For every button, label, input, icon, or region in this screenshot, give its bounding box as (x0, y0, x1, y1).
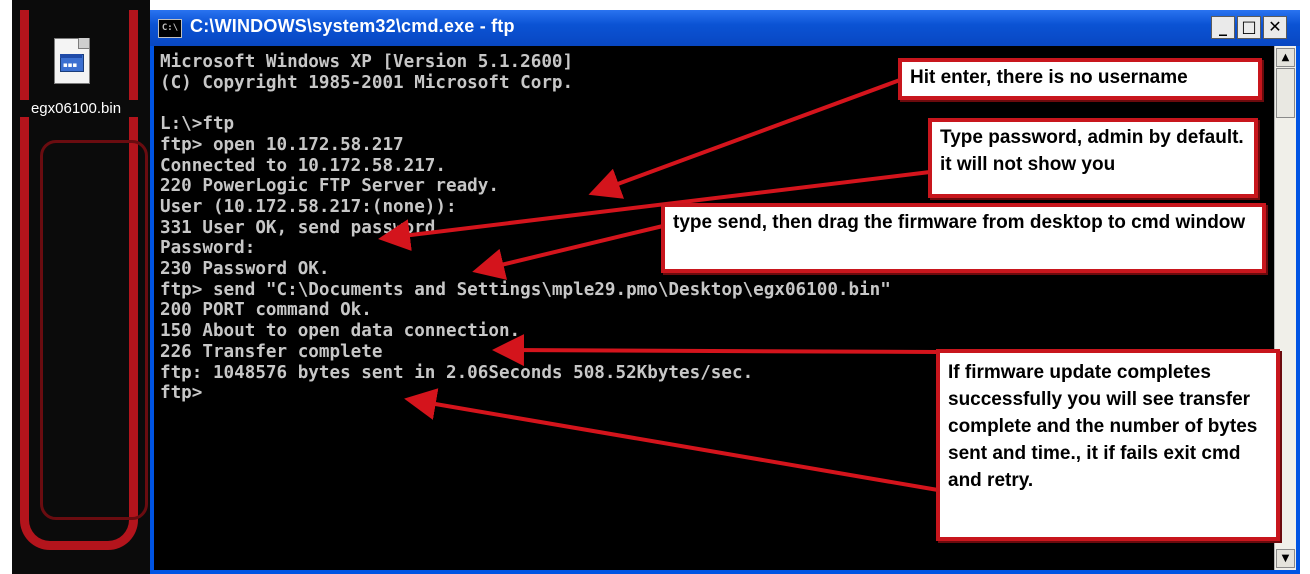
close-button[interactable]: ✕ (1263, 16, 1287, 39)
console-line: 200 PORT command Ok. (160, 300, 372, 321)
console-line: L:\>ftp (160, 114, 235, 135)
callout-send: type send, then drag the firmware from d… (661, 203, 1266, 273)
desktop-file-label[interactable]: egx06100.bin (14, 100, 138, 117)
console-line: Connected to 10.172.58.217. (160, 155, 446, 176)
console-line: 230 Password OK. (160, 259, 330, 280)
console-line: ftp> send "C:\Documents and Settings\mpl… (160, 279, 891, 300)
desktop-edge (0, 0, 12, 574)
console-line: Password: (160, 238, 256, 259)
console-line: 150 About to open data connection. (160, 321, 521, 342)
cmd-icon: C:\ (158, 19, 182, 38)
console-line: 226 Transfer complete (160, 341, 383, 362)
console-line: ftp> open 10.172.58.217 (160, 134, 404, 155)
bin-file-icon[interactable]: ▪▪▪ (46, 38, 98, 92)
desktop-area: ▪▪▪ egx06100.bin (0, 0, 150, 574)
callout-transfer-complete: If firmware update completes successfull… (936, 349, 1280, 541)
scroll-thumb[interactable] (1276, 68, 1295, 118)
console-line: User (10.172.58.217:(none)): (160, 196, 457, 217)
scroll-down-button[interactable]: ▼ (1276, 549, 1295, 568)
title-bar[interactable]: C:\ C:\WINDOWS\system32\cmd.exe - ftp _ … (150, 10, 1300, 46)
console-line: (C) Copyright 1985-2001 Microsoft Corp. (160, 72, 574, 93)
console-line: ftp: 1048576 bytes sent in 2.06Seconds 5… (160, 362, 754, 383)
maximize-button[interactable]: □ (1237, 16, 1261, 39)
window-title: C:\WINDOWS\system32\cmd.exe - ftp (190, 16, 515, 36)
minimize-button[interactable]: _ (1211, 16, 1235, 39)
callout-password: Type password, admin by default. it will… (928, 118, 1258, 198)
console-line: 331 User OK, send password. (160, 217, 446, 238)
scroll-up-button[interactable]: ▲ (1276, 48, 1295, 67)
console-line: ftp> (160, 383, 203, 404)
wallpaper-decoration-inner (40, 140, 148, 520)
console-line: Microsoft Windows XP [Version 5.1.2600] (160, 52, 574, 72)
callout-no-username: Hit enter, there is no username (898, 58, 1262, 100)
console-line: 220 PowerLogic FTP Server ready. (160, 176, 499, 197)
